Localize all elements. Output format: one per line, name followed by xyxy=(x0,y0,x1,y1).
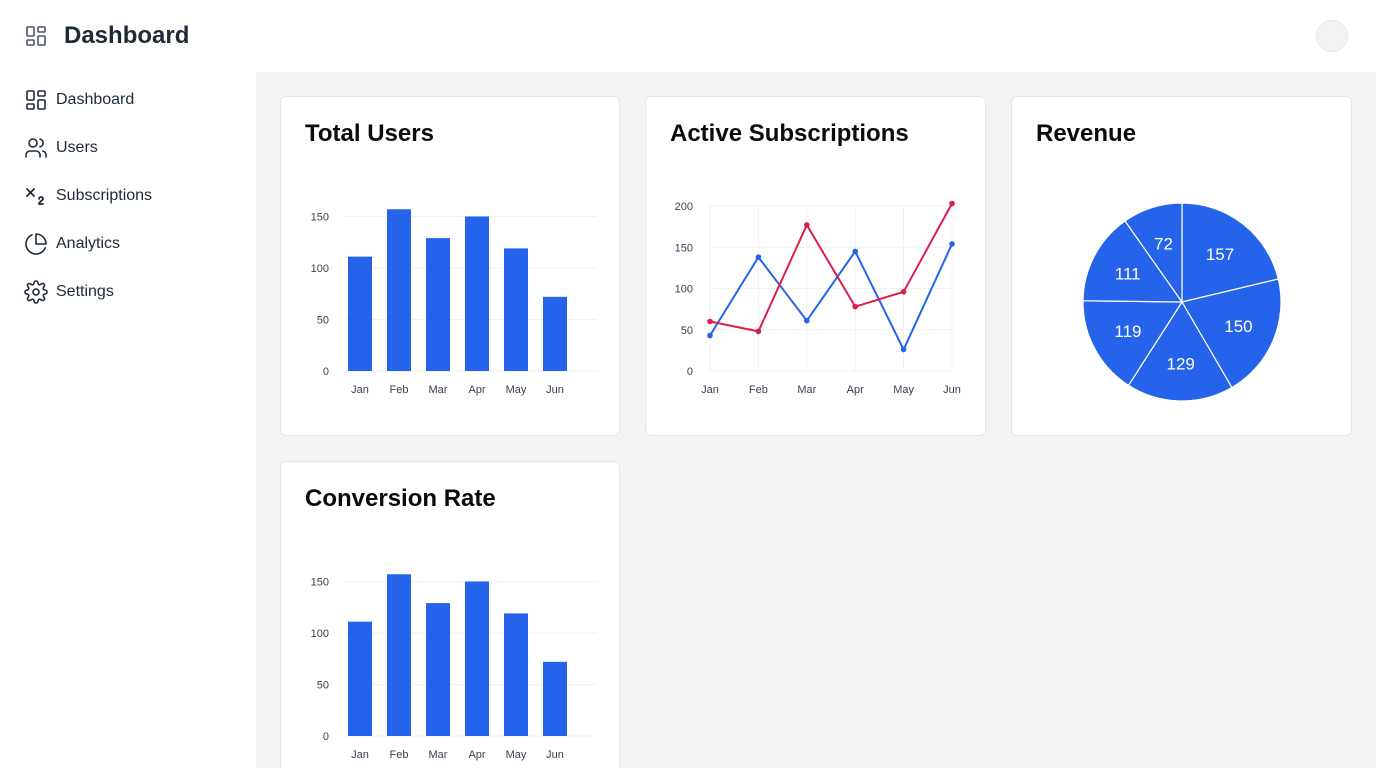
y-tick-label: 200 xyxy=(675,201,693,213)
y-tick-label: 50 xyxy=(317,679,329,691)
avatar[interactable] xyxy=(1316,20,1348,52)
total-users-card: Total Users 0 50 100 150 Jan Feb Mar Apr May Jun xyxy=(280,96,620,436)
sidebar-item-label: Users xyxy=(56,139,98,156)
data-point xyxy=(755,328,762,335)
bar xyxy=(387,574,411,736)
grid-icon xyxy=(24,24,48,48)
bar xyxy=(387,209,411,371)
x-tick-label: Jan xyxy=(701,384,719,396)
x-tick-label: Apr xyxy=(847,384,864,396)
sidebar-item-users[interactable]: Users xyxy=(24,132,234,164)
slice-label: 119 xyxy=(1114,322,1141,341)
data-point xyxy=(852,248,858,255)
series-line xyxy=(709,243,953,351)
sidebar-item-label: Analytics xyxy=(56,235,121,252)
x-tick-label: Jun xyxy=(546,384,564,396)
sidebar-item-label: Dashboard xyxy=(56,91,135,108)
bar xyxy=(504,248,528,371)
bar xyxy=(465,581,489,736)
x-tick-label: Jan xyxy=(351,384,369,396)
x-tick-label: Mar xyxy=(429,749,448,761)
y-tick-label: 0 xyxy=(323,731,329,743)
subscript-icon xyxy=(24,184,48,208)
x-tick-label: May xyxy=(506,749,527,761)
sidebar-item-subscriptions[interactable]: Subscriptions xyxy=(24,180,234,212)
pie-chart-icon xyxy=(24,232,48,256)
main-content: Total Users 0 50 100 150 Jan Feb Mar Apr May Jun … xyxy=(256,72,1376,768)
sidebar-item-dashboard[interactable]: Dashboard xyxy=(24,84,234,116)
slice-label: 72 xyxy=(1154,234,1173,253)
slice-label: 157 xyxy=(1206,245,1234,264)
data-point xyxy=(900,289,907,295)
conversion-rate-card: Conversion Rate 0 50 100 150 Jan Feb Mar Apr May… xyxy=(280,461,620,768)
data-point xyxy=(707,332,713,339)
series-line xyxy=(709,203,953,333)
revenue-chart: 157 150 129 119 111 72 xyxy=(1082,202,1282,402)
gear-icon xyxy=(24,280,48,304)
y-tick-label: 50 xyxy=(317,314,329,326)
y-tick-label: 150 xyxy=(675,242,693,254)
users-icon xyxy=(24,136,48,160)
data-point xyxy=(707,318,713,325)
bar xyxy=(465,216,489,371)
sidebar-item-settings[interactable]: Settings xyxy=(24,276,234,308)
bar xyxy=(504,613,528,736)
data-point xyxy=(949,241,955,247)
bar xyxy=(348,256,372,371)
data-point xyxy=(949,200,955,207)
active-subscriptions-card: Active Subscriptions Jan Feb Mar Apr May Jun 0… xyxy=(645,96,986,436)
x-tick-label: Feb xyxy=(749,384,768,396)
data-point xyxy=(900,346,907,353)
y-tick-label: 100 xyxy=(311,263,329,275)
slice-label: 129 xyxy=(1167,354,1195,373)
total-users-chart: 0 50 100 150 Jan Feb Mar Apr May Jun xyxy=(311,209,597,396)
bar xyxy=(543,296,567,371)
sidebar-item-label: Subscriptions xyxy=(56,187,153,204)
x-tick-label: Feb xyxy=(390,384,409,396)
bar xyxy=(348,621,372,736)
x-tick-label: Apr xyxy=(468,384,485,396)
y-tick-label: 50 xyxy=(681,325,693,337)
x-tick-label: Jun xyxy=(546,749,564,761)
data-point xyxy=(804,317,810,324)
data-point xyxy=(852,303,858,310)
data-point xyxy=(755,254,762,260)
x-tick-label: Mar xyxy=(429,384,448,396)
page-title: Dashboard xyxy=(64,22,190,49)
y-tick-label: 0 xyxy=(687,366,693,378)
active-subscriptions-chart: Jan Feb Mar Apr May Jun 0 50 100 150 200 xyxy=(675,200,961,396)
conversion-rate-chart: 0 50 100 150 Jan Feb Mar Apr May Jun xyxy=(311,574,597,761)
sidebar-item-label: Settings xyxy=(56,283,114,300)
sidebar: Dashboard Users Subscriptions Analytics … xyxy=(0,72,256,768)
top-header: Dashboard xyxy=(0,0,1376,72)
revenue-card: Revenue 157 150 129 119 111 72 xyxy=(1011,96,1352,436)
x-tick-label: May xyxy=(506,384,527,396)
x-tick-label: Mar xyxy=(797,384,816,396)
grid-icon xyxy=(24,88,48,112)
x-tick-label: Feb xyxy=(390,749,409,761)
x-tick-label: Jan xyxy=(351,749,369,761)
sidebar-item-analytics[interactable]: Analytics xyxy=(24,228,234,260)
y-tick-label: 150 xyxy=(311,576,329,588)
y-tick-label: 100 xyxy=(311,628,329,640)
y-tick-label: 150 xyxy=(311,211,329,223)
bar xyxy=(426,238,450,371)
x-tick-label: Apr xyxy=(468,749,485,761)
bar xyxy=(426,603,450,736)
x-tick-label: May xyxy=(893,384,914,396)
slice-label: 150 xyxy=(1224,317,1252,336)
y-tick-label: 0 xyxy=(323,366,329,378)
data-point xyxy=(804,222,810,228)
slice-label: 111 xyxy=(1115,264,1141,283)
y-tick-label: 100 xyxy=(675,284,693,296)
x-tick-label: Jun xyxy=(943,384,961,396)
bar xyxy=(543,661,567,736)
